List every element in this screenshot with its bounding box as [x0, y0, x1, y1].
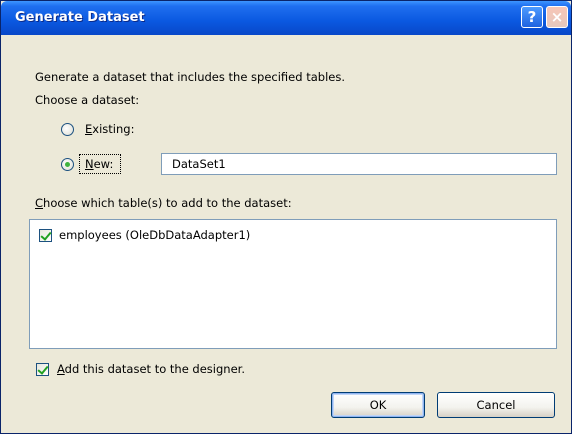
ok-button[interactable]: OK — [331, 392, 425, 418]
add-to-designer-label[interactable]: Add this dataset to the designer. — [57, 362, 245, 376]
close-button[interactable]: × — [546, 6, 568, 28]
employees-table-checkbox[interactable] — [39, 229, 52, 242]
close-icon: × — [550, 8, 564, 26]
question-mark-icon: ? — [527, 8, 537, 26]
title-bar[interactable]: Generate Dataset ? × — [1, 1, 571, 35]
choose-dataset-label: Choose a dataset: — [35, 93, 140, 107]
tables-label: Choose which table(s) to add to the data… — [35, 196, 292, 210]
help-button[interactable]: ? — [521, 6, 543, 28]
new-label[interactable]: New: — [85, 157, 113, 171]
existing-label[interactable]: Existing: — [85, 122, 134, 136]
dialog-title: Generate Dataset — [15, 10, 145, 25]
new-dataset-name-input[interactable]: DataSet1 — [161, 153, 557, 175]
add-to-designer-checkbox[interactable] — [36, 363, 49, 376]
existing-radio[interactable] — [61, 123, 74, 136]
tables-list[interactable]: employees (OleDbDataAdapter1) — [29, 219, 557, 349]
generate-dataset-dialog: Generate Dataset ? × Generate a dataset … — [0, 0, 572, 434]
new-radio[interactable] — [61, 158, 74, 171]
description-text: Generate a dataset that includes the spe… — [35, 70, 345, 84]
cancel-button[interactable]: Cancel — [437, 392, 555, 418]
list-item[interactable]: employees (OleDbDataAdapter1) — [59, 228, 250, 242]
